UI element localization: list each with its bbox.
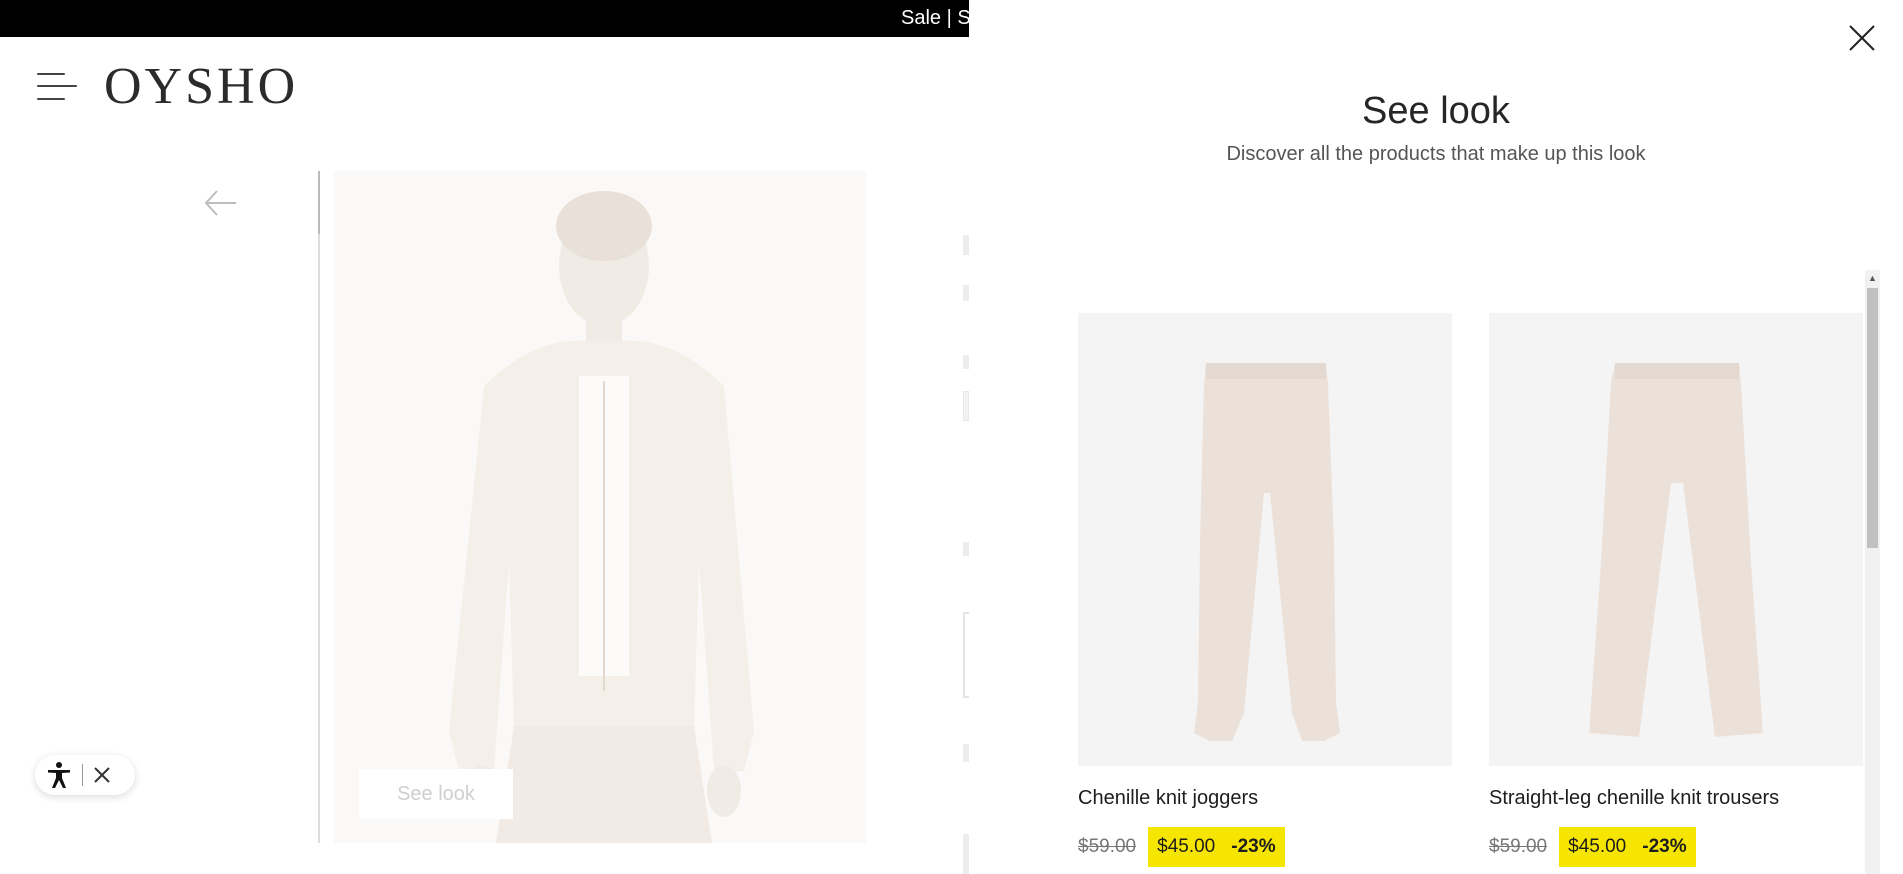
product-card[interactable]: Chenille knit joggers $59.00 $45.00 -23%	[1078, 313, 1452, 867]
drawer-subtitle: Discover all the products that make up t…	[1226, 143, 1646, 165]
gallery-scroll-indicator[interactable]	[318, 171, 320, 234]
product-main-image[interactable]	[334, 171, 866, 843]
sale-price: $45.00	[1568, 836, 1627, 857]
see-look-button[interactable]: See look	[359, 769, 513, 819]
sale-price-badge: $45.00 -23%	[1559, 827, 1696, 867]
divider	[82, 764, 83, 786]
arrow-left-icon[interactable]	[203, 185, 239, 221]
brand-logo[interactable]: OYSHO	[104, 57, 298, 116]
accessibility-widget	[35, 755, 135, 795]
gallery-scroll-track	[318, 171, 320, 843]
close-icon[interactable]	[92, 765, 112, 785]
drawer-scrollbar[interactable]: ▲	[1865, 270, 1880, 874]
promo-text[interactable]: Sale | S	[901, 7, 969, 30]
product-image[interactable]	[1078, 313, 1452, 766]
discount-percent: -23%	[1231, 836, 1276, 857]
close-icon[interactable]	[1847, 23, 1877, 53]
promo-bar: Sale | S	[0, 0, 969, 37]
scrollbar-thumb[interactable]	[1867, 288, 1878, 548]
drawer-title: See look	[1362, 90, 1510, 132]
original-price: $59.00	[1078, 836, 1137, 857]
product-page-background: See look	[0, 137, 971, 874]
original-price: $59.00	[1489, 836, 1548, 857]
see-look-drawer: See look Discover all the products that …	[969, 0, 1903, 874]
discount-percent: -23%	[1642, 836, 1687, 857]
product-name[interactable]: Straight-leg chenille knit trousers	[1489, 787, 1863, 811]
product-image[interactable]	[1489, 313, 1863, 766]
site-header: OYSHO	[0, 37, 969, 137]
price-row: $59.00 $45.00 -23%	[1489, 827, 1863, 867]
scroll-up-icon[interactable]: ▲	[1865, 270, 1880, 286]
product-name[interactable]: Chenille knit joggers	[1078, 787, 1452, 811]
sale-price: $45.00	[1157, 836, 1216, 857]
hamburger-icon[interactable]	[37, 71, 79, 103]
price-row: $59.00 $45.00 -23%	[1078, 827, 1452, 867]
accessibility-icon[interactable]	[45, 761, 73, 789]
sale-price-badge: $45.00 -23%	[1148, 827, 1285, 867]
product-card[interactable]: Straight-leg chenille knit trousers $59.…	[1489, 313, 1863, 867]
